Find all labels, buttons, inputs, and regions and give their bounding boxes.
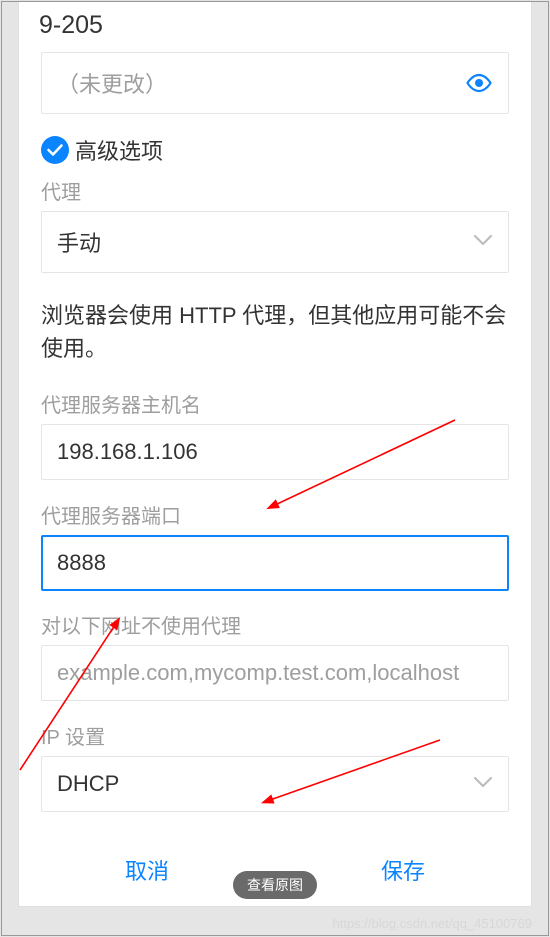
ip-settings-select[interactable]: DHCP — [41, 756, 509, 812]
proxy-port-label: 代理服务器端口 — [41, 500, 509, 529]
visibility-icon[interactable] — [465, 72, 493, 94]
proxy-port-input[interactable] — [41, 535, 509, 591]
cancel-button[interactable]: 取消 — [115, 850, 179, 890]
view-original-button[interactable]: 查看原图 — [233, 871, 317, 899]
proxy-label: 代理 — [41, 176, 509, 205]
proxy-info-text: 浏览器会使用 HTTP 代理，但其他应用可能不会使用。 — [41, 299, 509, 365]
proxy-bypass-label: 对以下网址不使用代理 — [41, 610, 509, 639]
chevron-down-icon — [473, 233, 493, 251]
wifi-proxy-dialog: 9-205 （未更改） 高级选项 代理 手动 — [18, 0, 532, 907]
ip-settings-value: DHCP — [57, 771, 119, 797]
advanced-options-toggle[interactable]: 高级选项 — [41, 134, 509, 166]
proxy-select[interactable]: 手动 — [41, 211, 509, 273]
ip-settings-label: IP 设置 — [41, 721, 509, 750]
watermark-text: https://blog.csdn.net/qq_45100769 — [333, 916, 533, 931]
proxy-value: 手动 — [57, 226, 101, 258]
proxy-bypass-input[interactable] — [41, 645, 509, 701]
check-icon — [41, 136, 69, 164]
proxy-host-label: 代理服务器主机名 — [41, 389, 509, 418]
password-value: （未更改） — [57, 67, 167, 99]
advanced-options-label: 高级选项 — [75, 134, 163, 166]
password-field[interactable]: （未更改） — [41, 52, 509, 114]
save-button[interactable]: 保存 — [371, 850, 435, 890]
proxy-host-input[interactable] — [41, 424, 509, 480]
dialog-title: 9-205 — [19, 1, 531, 52]
dialog-body: （未更改） 高级选项 代理 手动 浏览器会使用 HTTP 代理， — [19, 52, 531, 838]
chevron-down-icon — [473, 775, 493, 793]
